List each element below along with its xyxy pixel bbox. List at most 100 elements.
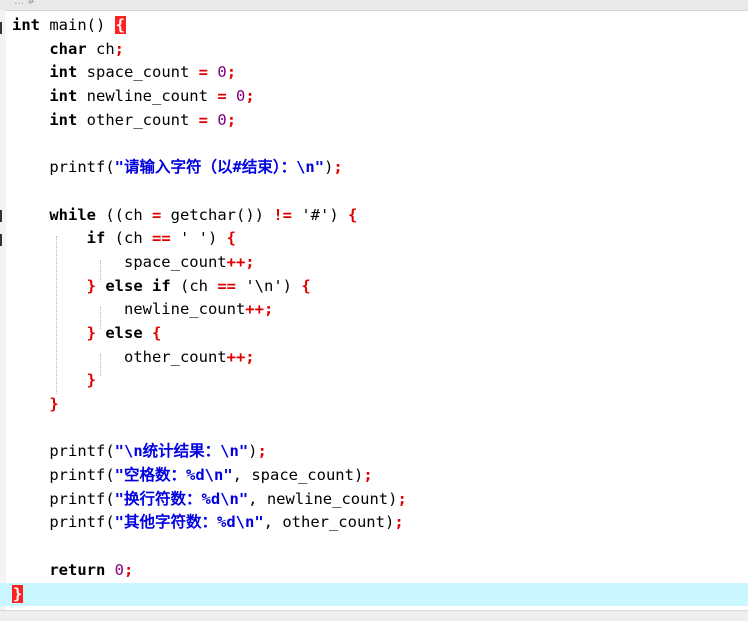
gutter-marker — [0, 210, 2, 222]
code-token: other_count — [77, 110, 199, 129]
code-token: ' ') — [170, 229, 227, 248]
code-line[interactable] — [12, 132, 748, 156]
code-line[interactable]: int newline_count = 0; — [12, 85, 748, 109]
code-token: ch — [86, 39, 115, 58]
code-line[interactable]: printf("空格数：%d\n", space_count); — [12, 464, 748, 488]
code-token: printf( — [12, 442, 115, 461]
code-token: 0 — [217, 110, 227, 129]
code-token: "\n统计结果：\n" — [114, 442, 249, 461]
code-token: } — [49, 395, 59, 413]
code-token: 0 — [236, 87, 246, 106]
code-line[interactable]: while ((ch = getchar()) != '#') { — [12, 204, 748, 228]
code-token: ) — [248, 442, 258, 461]
code-token: ; — [257, 442, 267, 461]
code-line[interactable]: char ch; — [12, 38, 748, 62]
tab-strip[interactable]: … # — [0, 0, 748, 11]
matched-brace: { — [114, 16, 126, 34]
code-line[interactable]: int main() { — [12, 14, 748, 38]
code-token: getchar()) — [161, 205, 274, 224]
code-token: int — [12, 110, 78, 129]
code-line[interactable]: return 0; — [12, 559, 748, 583]
code-token: space_count — [12, 252, 227, 271]
code-token: else if — [96, 276, 171, 295]
code-line[interactable]: } else if (ch == '\n') { — [12, 275, 748, 299]
code-token: } — [86, 371, 96, 390]
code-line[interactable]: printf("\n统计结果：\n"); — [12, 440, 748, 464]
matched-brace: } — [12, 584, 24, 603]
code-token: "其他字符数：%d\n" — [114, 513, 264, 532]
code-line[interactable]: printf("换行符数：%d\n", newline_count); — [12, 488, 748, 512]
code-token: printf( — [12, 489, 115, 508]
code-line[interactable]: } — [0, 582, 748, 607]
code-token: ++; — [226, 252, 255, 271]
code-token: == — [152, 229, 171, 248]
code-token: , newline_count) — [248, 489, 398, 508]
gutter-marker — [0, 22, 2, 34]
code-line[interactable] — [12, 417, 748, 441]
code-line[interactable]: printf("其他字符数：%d\n", other_count); — [12, 511, 748, 535]
code-token: '#') — [292, 205, 348, 224]
code-token: = — [217, 87, 227, 106]
gutter-marker — [0, 234, 2, 246]
code-token: ; — [394, 513, 404, 532]
code-token: (ch — [105, 229, 152, 248]
indent-guide — [100, 354, 101, 376]
code-token: ; — [245, 87, 255, 106]
code-token: "换行符数：%d\n" — [114, 489, 249, 508]
code-token: ++; — [245, 300, 274, 319]
editor-gutter — [0, 10, 6, 621]
code-token: = — [198, 63, 208, 82]
code-token: (ch — [170, 276, 218, 295]
code-line[interactable]: if (ch == ' ') { — [12, 227, 748, 251]
code-token: { — [348, 205, 358, 224]
code-token: return — [12, 560, 106, 579]
indent-guide — [56, 236, 57, 394]
code-line[interactable]: other_count++; — [12, 346, 748, 370]
code-token: { — [226, 229, 237, 248]
code-line[interactable] — [12, 180, 748, 204]
code-token: == — [217, 276, 236, 295]
code-token: "空格数：%d\n" — [114, 466, 233, 485]
code-line[interactable]: int space_count = 0; — [12, 61, 748, 85]
tab-label[interactable]: … # — [14, 0, 36, 7]
code-editor[interactable]: … # int main() { char ch; int space_coun… — [0, 0, 748, 621]
code-line[interactable]: } — [12, 369, 748, 393]
code-token: 0 — [114, 560, 125, 579]
code-token: ; — [226, 110, 237, 129]
code-area[interactable]: int main() { char ch; int space_count = … — [0, 14, 748, 607]
code-token: space_count — [77, 63, 199, 82]
indent-guide — [100, 260, 101, 282]
code-token: printf( — [12, 513, 115, 532]
code-token: , space_count) — [232, 466, 364, 485]
code-token: } — [86, 323, 96, 342]
code-token: newline_count — [12, 300, 246, 319]
code-token: ; — [363, 466, 373, 485]
code-token: ; — [226, 63, 237, 82]
code-token: != — [273, 205, 292, 224]
code-line[interactable]: int other_count = 0; — [12, 109, 748, 133]
code-line[interactable]: } — [12, 393, 748, 417]
indent-guide — [100, 307, 101, 329]
code-token: = — [198, 110, 208, 129]
code-token: ; — [333, 158, 343, 177]
code-line[interactable]: printf("请输入字符（以#结束）：\n"); — [12, 156, 748, 180]
code-token: ; — [397, 489, 407, 508]
code-line[interactable]: } else { — [12, 322, 748, 346]
code-token: { — [152, 323, 162, 342]
code-line[interactable]: space_count++; — [12, 251, 748, 275]
code-token: ; — [124, 560, 134, 579]
code-token: } — [86, 276, 96, 295]
code-token: int — [12, 16, 40, 34]
horizontal-scrollbar[interactable] — [0, 610, 748, 621]
code-line[interactable] — [12, 535, 748, 559]
code-line[interactable]: newline_count++; — [12, 298, 748, 322]
code-token: "请输入字符（以#结束）：\n" — [114, 158, 325, 177]
code-token: printf( — [12, 466, 115, 485]
